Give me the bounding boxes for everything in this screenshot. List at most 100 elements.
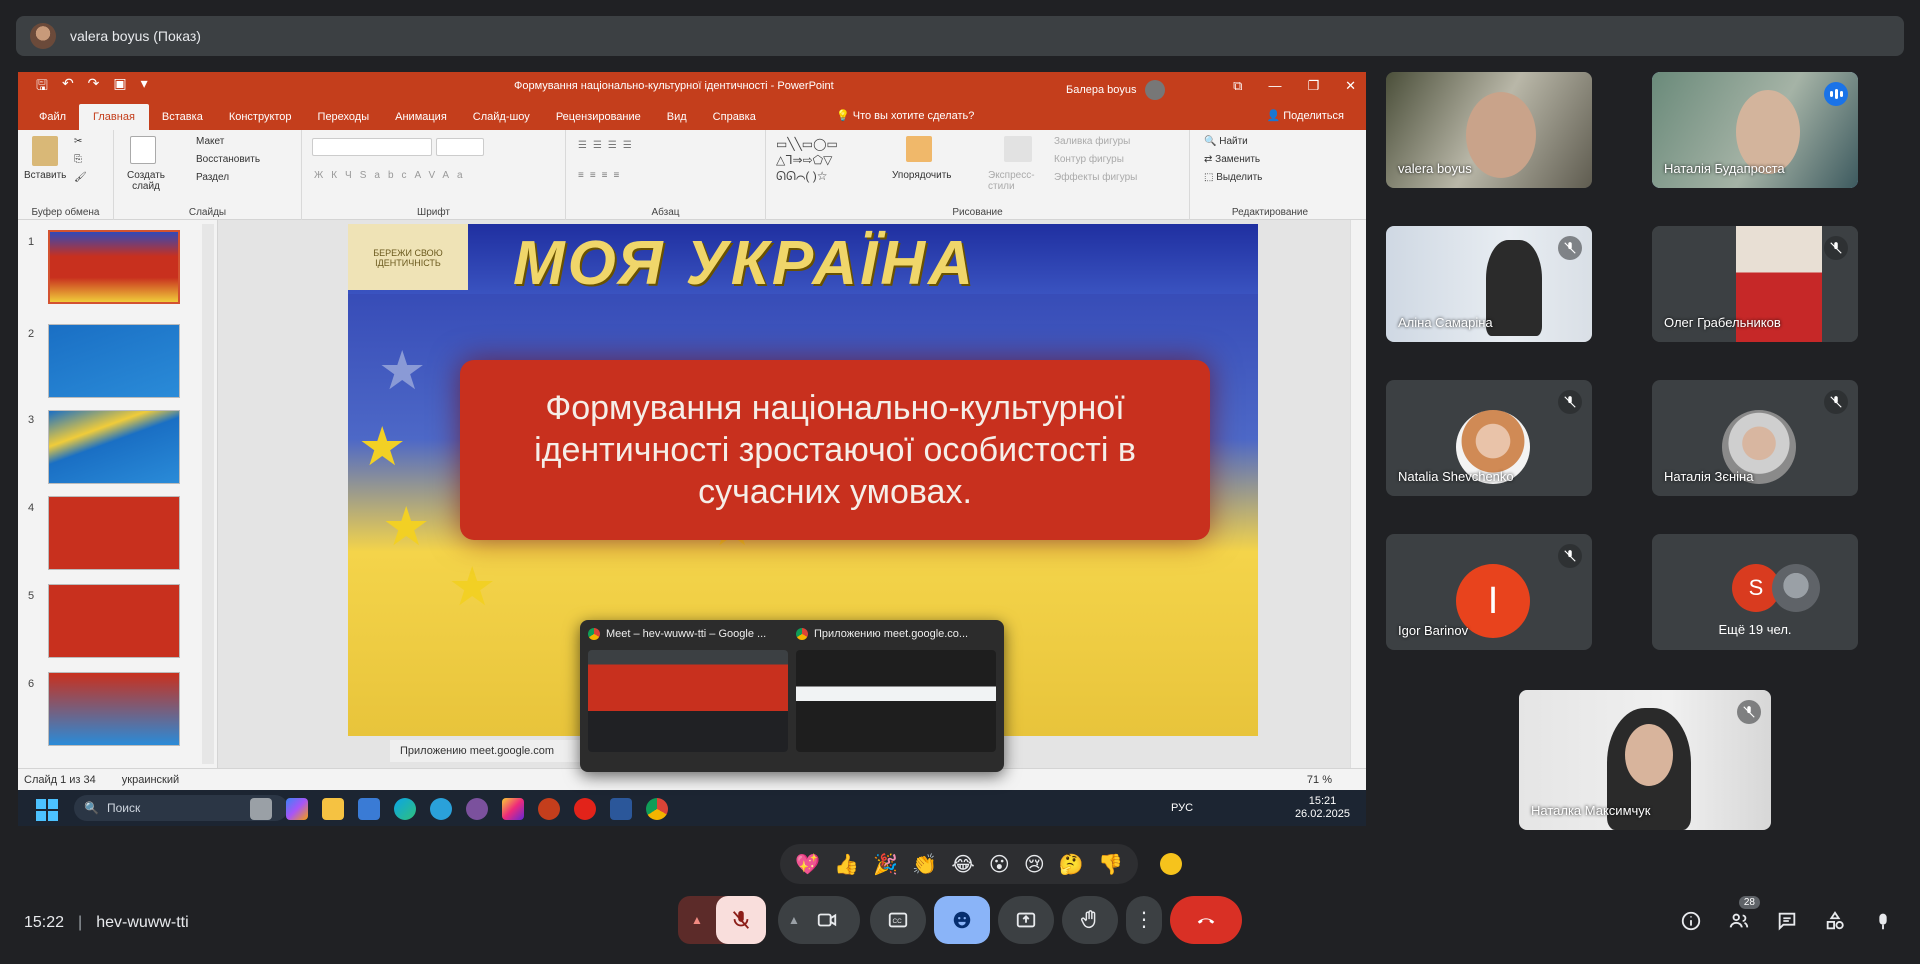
windows-start-icon[interactable] (36, 799, 58, 821)
camera-icon[interactable] (816, 909, 838, 931)
copy-icon[interactable]: ⎘ (74, 154, 82, 165)
instagram-icon[interactable] (502, 798, 524, 820)
tab-insert[interactable]: Вставка (149, 111, 216, 130)
people-button[interactable]: 28 (1726, 896, 1760, 934)
slide-thumb-4[interactable] (48, 496, 180, 570)
telegram-icon[interactable] (430, 798, 452, 820)
maximize-icon[interactable]: ❐ (1307, 78, 1319, 94)
tab-animations[interactable]: Анимация (382, 111, 460, 130)
reaction-surprised[interactable]: 😮 (989, 852, 1010, 877)
tab-design[interactable]: Конструктор (216, 111, 305, 130)
emoji-skin-tone-button[interactable] (1160, 853, 1182, 875)
tab-home[interactable]: Главная (79, 104, 149, 130)
reaction-laugh[interactable]: 😂 (951, 852, 974, 877)
preview-notification[interactable]: Приложению meet.google.co... (796, 628, 996, 752)
reset-button[interactable]: Восстановить (196, 154, 260, 165)
meeting-details-button[interactable] (1678, 908, 1704, 934)
participant-tile[interactable]: valera boyus (1386, 72, 1592, 188)
participant-tile[interactable]: Олег Грабельников (1652, 226, 1858, 342)
tab-file[interactable]: Файл (26, 111, 79, 130)
leave-call-button[interactable] (1170, 896, 1242, 944)
font-size-field[interactable] (436, 138, 484, 156)
shape-outline-button[interactable]: Контур фигуры (1054, 154, 1124, 165)
select-button[interactable]: ⬚ Выделить (1204, 172, 1262, 183)
shapes-gallery[interactable]: ▭╲╲▭◯▭ △ᒣ⇒⇨⬠▽ ᘏᘏ⌒( )☆ (776, 136, 838, 184)
slide-thumb-1[interactable] (48, 230, 180, 304)
participant-tile[interactable]: I Igor Barinov (1386, 534, 1592, 650)
reaction-heart[interactable]: 💖 (795, 852, 820, 877)
mute-button[interactable] (716, 896, 766, 944)
reaction-clap[interactable]: 👏 (912, 852, 937, 877)
arrange-button[interactable]: Упорядочить (892, 170, 952, 181)
reaction-thumbs-down[interactable]: 👎 (1098, 852, 1123, 877)
edge-icon[interactable] (394, 798, 416, 820)
share-button[interactable]: 👤 Поделиться (1266, 109, 1344, 122)
reaction-thinking[interactable]: 🤔 (1059, 852, 1084, 877)
font-family-field[interactable] (312, 138, 432, 156)
slide-thumb-3[interactable] (48, 410, 180, 484)
tab-slideshow[interactable]: Слайд-шоу (460, 111, 543, 130)
thumbnails-scrollbar[interactable] (202, 224, 214, 764)
find-button[interactable]: 🔍 Найти (1204, 136, 1248, 147)
slide-thumb-2[interactable] (48, 324, 180, 398)
captions-button[interactable]: CC (870, 896, 926, 944)
task-view-icon[interactable] (250, 798, 272, 820)
more-participants-tile[interactable]: S Ещё 19 чел. (1652, 534, 1858, 650)
align-buttons[interactable]: ≡≡≡≡ (578, 170, 625, 181)
host-controls-button[interactable] (1870, 908, 1896, 934)
participant-tile[interactable]: Наталка Максимчук (1519, 690, 1771, 830)
quick-styles-icon[interactable] (1004, 136, 1032, 162)
customize-qat-icon[interactable]: ▾ (141, 75, 148, 99)
powerpoint-icon[interactable] (538, 798, 560, 820)
tab-transitions[interactable]: Переходы (305, 111, 383, 130)
tab-help[interactable]: Справка (700, 111, 769, 130)
quick-styles-button[interactable]: Экспресс-стили (988, 170, 1046, 192)
present-button[interactable] (998, 896, 1054, 944)
close-icon[interactable]: ✕ (1345, 78, 1356, 94)
start-presentation-icon[interactable]: ▣ (113, 75, 126, 99)
participant-tile[interactable]: Аліна Самаріна (1386, 226, 1592, 342)
redo-icon[interactable]: ↷ (88, 75, 100, 99)
reactions-button[interactable] (934, 896, 990, 944)
replace-button[interactable]: ⇄ Заменить (1204, 154, 1260, 165)
store-icon[interactable] (358, 798, 380, 820)
camera-options-chevron-icon[interactable]: ▲ (778, 913, 810, 927)
new-slide-button[interactable]: Создать слайд (124, 170, 168, 192)
ribbon-display-icon[interactable]: ⧉ (1233, 78, 1242, 94)
participant-tile[interactable]: Natalia Shevchenko (1386, 380, 1592, 496)
undo-icon[interactable]: ↶ (62, 75, 74, 99)
chat-button[interactable] (1774, 908, 1800, 934)
activities-button[interactable] (1822, 908, 1848, 934)
reaction-sad[interactable]: 😢 (1024, 852, 1045, 877)
ppt-user[interactable]: Балера boyus (1066, 80, 1165, 100)
viber-icon[interactable] (466, 798, 488, 820)
tab-view[interactable]: Вид (654, 111, 700, 130)
input-language[interactable]: РУС (1171, 802, 1193, 814)
tab-review[interactable]: Рецензирование (543, 111, 654, 130)
format-painter-icon[interactable]: 🖌 (74, 172, 87, 183)
raise-hand-button[interactable] (1062, 896, 1118, 944)
taskbar-clock[interactable]: 15:21 26.02.2025 (1295, 795, 1350, 821)
language-status[interactable]: украинский (122, 774, 179, 786)
file-explorer-icon[interactable] (322, 798, 344, 820)
list-buttons[interactable]: ☰☰☰☰ (578, 140, 638, 151)
participant-tile[interactable]: Наталія Будапроста (1652, 72, 1858, 188)
font-format-buttons[interactable]: ЖКЧSabcAVAa (314, 170, 471, 181)
word-icon[interactable] (610, 798, 632, 820)
shape-effects-button[interactable]: Эффекты фигуры (1054, 172, 1137, 183)
copilot-icon[interactable] (286, 798, 308, 820)
cut-icon[interactable]: ✂ (74, 136, 82, 147)
preview-meet[interactable]: Meet – hev-wuww-tti – Google ... (588, 628, 788, 752)
minimize-icon[interactable]: — (1268, 78, 1281, 94)
tell-me-input[interactable]: 💡 Что вы хотите сделать? (836, 109, 974, 122)
arrange-icon[interactable] (906, 136, 932, 162)
paste-icon[interactable] (32, 136, 58, 166)
participant-tile[interactable]: Наталія Зєніна (1652, 380, 1858, 496)
section-button[interactable]: Раздел (196, 172, 229, 183)
reaction-party[interactable]: 🎉 (873, 852, 898, 877)
slide-thumb-5[interactable] (48, 584, 180, 658)
slide-thumb-6[interactable] (48, 672, 180, 746)
layout-button[interactable]: Макет (196, 136, 224, 147)
zoom-level[interactable]: 71 % (1307, 774, 1332, 786)
chrome-icon[interactable] (646, 798, 668, 820)
